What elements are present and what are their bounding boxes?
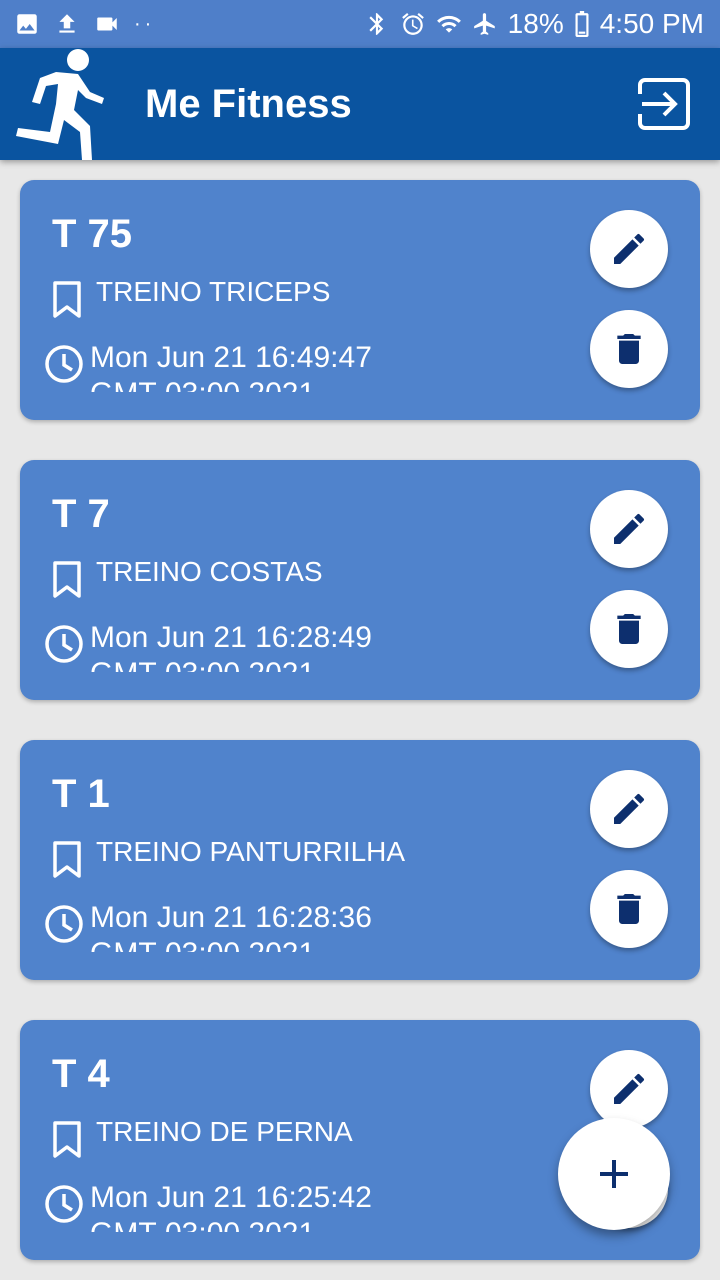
- workout-name: TREINO TRICEPS: [96, 276, 331, 307]
- video-notification-icon: [94, 11, 120, 37]
- workout-name-row: TREINO DE PERNA: [52, 1116, 353, 1160]
- clock-icon: [44, 904, 84, 944]
- status-right: 18% 4:50 PM: [364, 8, 704, 40]
- edit-button[interactable]: [590, 1050, 668, 1128]
- app-title: Me Fitness: [145, 81, 352, 126]
- clock-time: 4:50 PM: [599, 8, 704, 39]
- edit-button[interactable]: [590, 770, 668, 848]
- wifi-icon: [436, 11, 462, 37]
- workout-name-row: TREINO COSTAS: [52, 556, 323, 600]
- workout-card[interactable]: T 1 TREINO PANTURRILHA Mon Jun 21 16:28:…: [20, 740, 700, 980]
- workout-date: Mon Jun 21 16:25:42 GMT-03:00 2021: [90, 1181, 372, 1232]
- workout-title: T 4: [52, 1052, 110, 1096]
- trash-icon: [617, 894, 641, 924]
- upload-notification-icon: [54, 11, 80, 37]
- edit-button[interactable]: [590, 490, 668, 568]
- workout-date-row: Mon Jun 21 16:25:42 GMT-03:00 2021: [44, 1180, 564, 1232]
- edit-button[interactable]: [590, 210, 668, 288]
- pencil-icon: [614, 233, 645, 264]
- clock-icon: [44, 344, 84, 384]
- workout-card[interactable]: T 75 TREINO TRICEPS Mon Jun 21 16:49:47 …: [20, 180, 700, 420]
- clock-icon: [44, 1184, 84, 1224]
- pencil-icon: [614, 1073, 645, 1104]
- plus-icon: [600, 1160, 628, 1188]
- trash-icon: [617, 334, 641, 364]
- logout-icon: [636, 78, 690, 130]
- status-bar: ·· 18% 4:50 PM: [0, 0, 720, 48]
- bookmark-icon: [52, 560, 82, 600]
- workout-date-row: Mon Jun 21 16:49:47 GMT-03:00 2021: [44, 340, 564, 392]
- bookmark-icon: [52, 280, 82, 320]
- workout-name: TREINO DE PERNA: [96, 1116, 353, 1147]
- alarm-icon: [400, 11, 426, 37]
- more-notifications-dots: ··: [134, 13, 156, 35]
- workout-date: Mon Jun 21 16:28:49 GMT-03:00 2021: [90, 621, 372, 672]
- workout-date-row: Mon Jun 21 16:28:36 GMT-03:00 2021: [44, 900, 564, 952]
- workout-date-row: Mon Jun 21 16:28:49 GMT-03:00 2021: [44, 620, 564, 672]
- workout-name: TREINO COSTAS: [96, 556, 323, 587]
- workout-date: Mon Jun 21 16:28:36 GMT-03:00 2021: [90, 901, 372, 952]
- running-man-icon: [0, 48, 120, 160]
- clock-icon: [44, 624, 84, 664]
- workout-title: T 7: [52, 492, 110, 536]
- workout-name: TREINO PANTURRILHA: [96, 836, 406, 867]
- status-left: ··: [14, 11, 155, 37]
- workout-date: Mon Jun 21 16:49:47 GMT-03:00 2021: [90, 341, 372, 392]
- workout-name-row: TREINO TRICEPS: [52, 276, 330, 320]
- trash-icon: [617, 614, 641, 644]
- delete-button[interactable]: [590, 590, 668, 668]
- image-notification-icon: [14, 11, 40, 37]
- add-workout-button[interactable]: [558, 1118, 670, 1230]
- workout-title: T 1: [52, 772, 110, 816]
- bookmark-icon: [52, 840, 82, 880]
- bluetooth-icon: [364, 11, 390, 37]
- bookmark-icon: [52, 1120, 82, 1160]
- app-bar: Me Fitness: [0, 48, 720, 160]
- battery-percent: 18%: [507, 8, 564, 39]
- logout-button[interactable]: [636, 76, 692, 132]
- workout-name-row: TREINO PANTURRILHA: [52, 836, 405, 880]
- pencil-icon: [614, 793, 645, 824]
- workout-card[interactable]: T 7 TREINO COSTAS Mon Jun 21 16:28:49 GM…: [20, 460, 700, 700]
- pencil-icon: [614, 513, 645, 544]
- battery-icon: [574, 11, 590, 37]
- airplane-mode-icon: [472, 11, 498, 37]
- workout-title: T 75: [52, 212, 133, 256]
- delete-button[interactable]: [590, 310, 668, 388]
- delete-button[interactable]: [590, 870, 668, 948]
